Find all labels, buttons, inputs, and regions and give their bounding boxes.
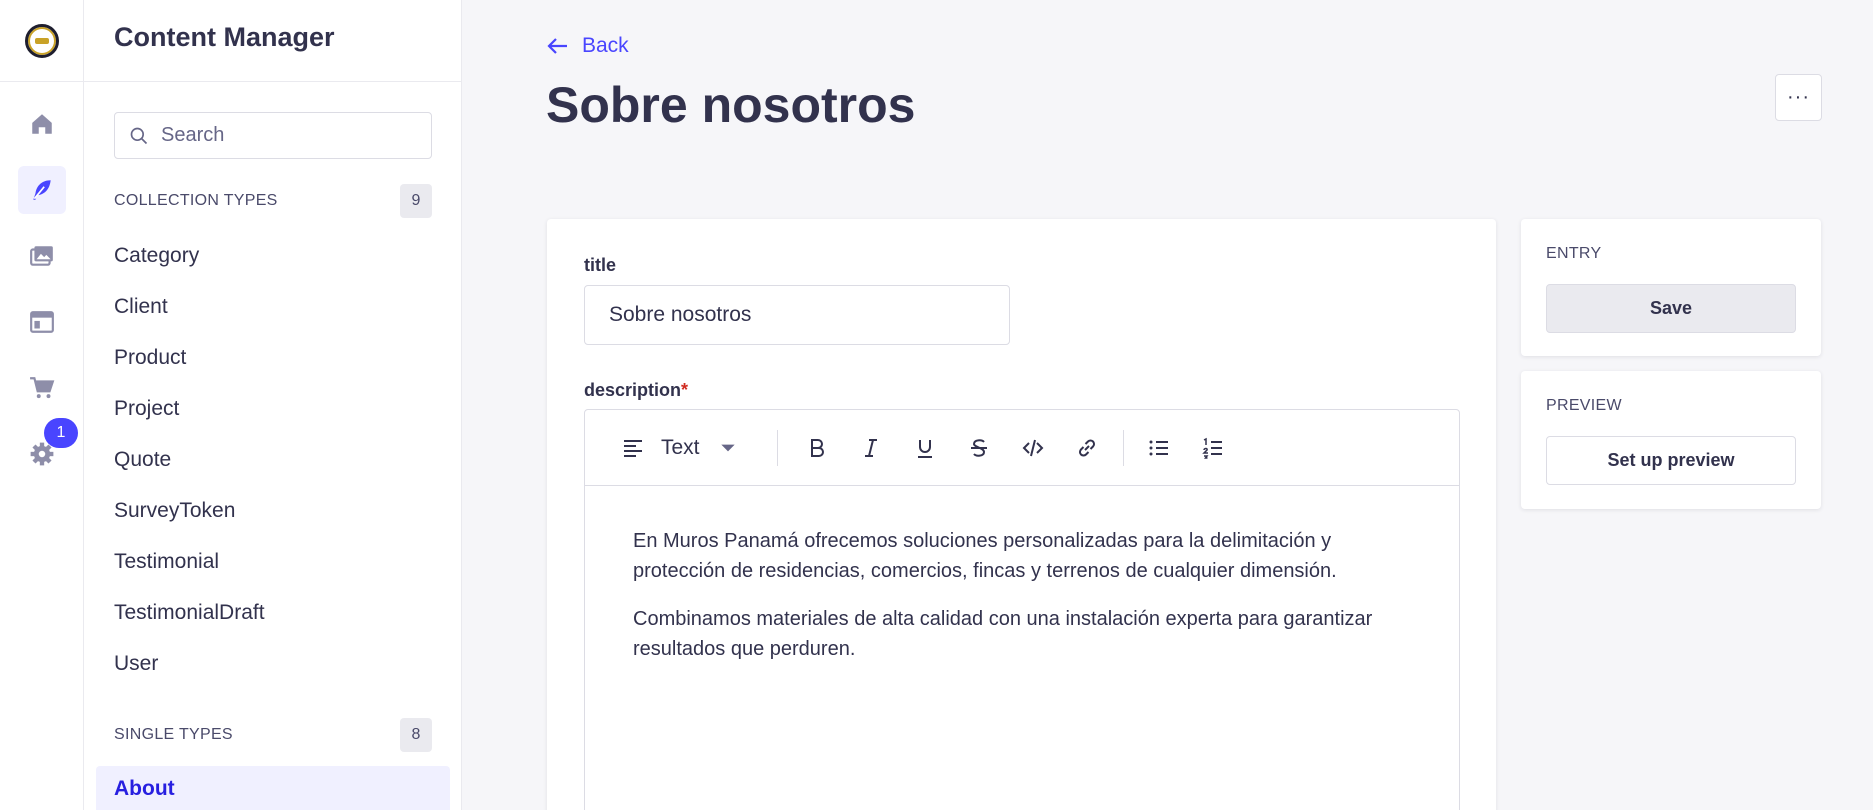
feather-icon: [33, 180, 51, 200]
notification-badge: 1: [44, 418, 78, 448]
sidebar-divider: [84, 81, 462, 82]
required-mark: *: [681, 380, 689, 400]
block-type-label: Text: [661, 436, 700, 459]
arrow-left-icon: [547, 38, 567, 54]
collection-types-label: COLLECTION TYPES: [114, 192, 278, 209]
entry-panel: ENTRY Save: [1521, 219, 1821, 356]
more-actions-button[interactable]: ···: [1775, 74, 1822, 121]
bulleted-list-icon: [1149, 440, 1168, 456]
preview-panel-label: PREVIEW: [1546, 397, 1622, 414]
sidebar-item-quote[interactable]: Quote: [114, 448, 171, 472]
editor-content[interactable]: En Muros Panamá ofrecemos soluciones per…: [633, 526, 1423, 682]
toolbar-separator: [1123, 430, 1124, 466]
single-types-header: SINGLE TYPES 8: [114, 718, 432, 752]
preview-panel: PREVIEW Set up preview: [1521, 371, 1821, 509]
app-logo[interactable]: [0, 0, 84, 82]
logo-icon: [25, 23, 59, 58]
block-type-select[interactable]: Text: [621, 430, 751, 466]
bold-icon: [811, 439, 824, 457]
numbered-list-button[interactable]: [1197, 430, 1229, 466]
strikethrough-button[interactable]: [963, 430, 995, 466]
layout-icon: [30, 311, 54, 333]
paragraph-icon: [624, 440, 642, 457]
toolbar-separator: [777, 430, 778, 466]
link-button[interactable]: [1071, 430, 1103, 466]
numbered-list-icon: [1202, 437, 1222, 459]
underline-button[interactable]: [909, 430, 941, 466]
link-icon: [1078, 439, 1096, 457]
nav-content-type-builder[interactable]: [18, 298, 66, 346]
caret-down-icon: [720, 444, 735, 452]
editor-paragraph: En Muros Panamá ofrecemos soluciones per…: [633, 530, 1337, 582]
sidebar-item-client[interactable]: Client: [114, 295, 168, 319]
sidebar-item-product[interactable]: Product: [114, 346, 186, 370]
nav-media-library[interactable]: [18, 232, 66, 280]
rich-text-editor[interactable]: Text En Muros Panamá ofrecemos solucione…: [584, 409, 1460, 810]
search-box[interactable]: [114, 112, 432, 159]
description-field-label: description*: [584, 380, 688, 401]
editor-toolbar: Text: [585, 410, 1459, 486]
italic-icon: [865, 439, 877, 457]
single-types-count: 8: [400, 718, 432, 752]
underline-icon: [918, 440, 932, 458]
main-navigation-rail: 1: [0, 0, 84, 810]
title-field-label: title: [584, 255, 617, 275]
sidebar-title: Content Manager: [114, 22, 335, 52]
collection-types-header: COLLECTION TYPES 9: [114, 184, 432, 218]
bulleted-list-button[interactable]: [1143, 430, 1175, 466]
sidebar-item-surveytoken[interactable]: SurveyToken: [114, 499, 235, 523]
sidebar-item-project[interactable]: Project: [114, 397, 179, 421]
nav-content-manager[interactable]: [18, 166, 66, 214]
nav-home[interactable]: [18, 100, 66, 148]
code-button[interactable]: [1017, 430, 1049, 466]
editor-paragraph: Combinamos materiales de alta calidad co…: [633, 608, 1373, 660]
sidebar-item-label: About: [114, 777, 175, 800]
search-icon: [130, 127, 148, 144]
set-up-preview-button[interactable]: Set up preview: [1546, 436, 1796, 485]
cart-icon: [30, 377, 55, 399]
nav-marketplace[interactable]: [18, 364, 66, 412]
back-link[interactable]: Back: [546, 34, 629, 58]
sidebar-item-user[interactable]: User: [114, 652, 158, 676]
edit-form-card: title description* Text: [547, 219, 1496, 810]
sidebar-item-testimonialdraft[interactable]: TestimonialDraft: [114, 601, 265, 625]
italic-button[interactable]: [855, 430, 887, 466]
title-field[interactable]: [584, 285, 1010, 345]
strikethrough-icon: [971, 439, 987, 457]
sidebar-item-category[interactable]: Category: [114, 244, 199, 268]
home-icon: [32, 114, 52, 134]
entry-panel-label: ENTRY: [1546, 245, 1602, 262]
save-button[interactable]: Save: [1546, 284, 1796, 333]
single-types-label: SINGLE TYPES: [114, 726, 233, 743]
media-library-icon: [30, 246, 53, 266]
page-title: Sobre nosotros: [546, 77, 916, 133]
code-icon: [1022, 439, 1044, 457]
content-manager-sidebar: Content Manager COLLECTION TYPES 9 Categ…: [84, 0, 462, 810]
sidebar-item-testimonial[interactable]: Testimonial: [114, 550, 219, 574]
description-label-text: description: [584, 380, 682, 400]
search-input[interactable]: [161, 124, 411, 147]
sidebar-item-about[interactable]: About: [96, 766, 450, 810]
back-label: Back: [582, 34, 629, 57]
collection-types-count: 9: [400, 184, 432, 218]
bold-button[interactable]: [801, 430, 833, 466]
